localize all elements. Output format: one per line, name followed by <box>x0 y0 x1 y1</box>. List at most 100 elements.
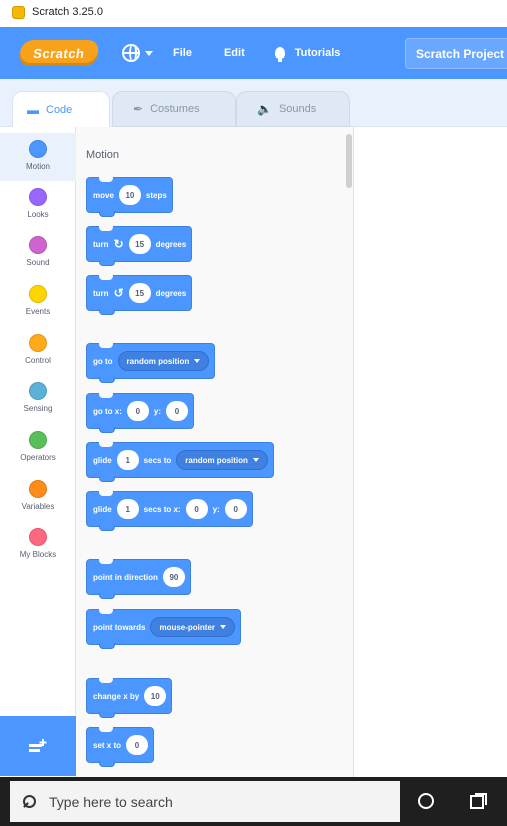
block-input[interactable]: 10 <box>144 686 167 706</box>
scratch-app-icon <box>12 5 25 19</box>
tab-sounds[interactable]: 🔈 Sounds <box>236 91 350 127</box>
category-sensing-dot <box>29 382 47 400</box>
block-text: y: <box>212 504 220 514</box>
block-input[interactable]: 10 <box>118 185 141 205</box>
block-text: go to x: <box>93 406 122 416</box>
block-text: y: <box>153 406 162 416</box>
add-extension-button[interactable] <box>0 716 76 776</box>
category-label: My Blocks <box>19 550 57 559</box>
block-input[interactable]: 0 <box>224 499 247 519</box>
chevron-down-icon <box>194 359 201 363</box>
windows-taskbar: Type here to search <box>0 777 507 826</box>
file-menu[interactable]: File <box>173 47 192 59</box>
block-dropdown[interactable]: random position <box>117 351 210 371</box>
block-text: degrees <box>155 239 187 249</box>
category-looks-dot <box>29 188 47 206</box>
category-motion-dot <box>29 140 47 158</box>
category-label: Motion <box>25 162 50 171</box>
tutorials-menu[interactable]: Tutorials <box>274 47 340 62</box>
category-menu: Motion Looks Sound Events Control Sensin… <box>0 127 76 777</box>
block-point-towards[interactable]: point towards mouse-pointer <box>86 609 242 649</box>
category-label: Variables <box>21 502 55 511</box>
block-text: steps <box>145 190 167 200</box>
block-text: point in direction <box>93 572 158 582</box>
script-area[interactable] <box>354 127 507 777</box>
category-my-blocks-dot <box>29 528 47 546</box>
block-input[interactable]: 1 <box>116 499 139 519</box>
block-input[interactable]: 90 <box>162 567 185 587</box>
task-view-icon[interactable] <box>470 793 487 809</box>
category-operators-dot <box>29 431 47 449</box>
chevron-down-icon <box>220 625 227 629</box>
category-motion[interactable]: Motion <box>0 133 76 181</box>
category-my-blocks[interactable]: My Blocks <box>0 521 76 569</box>
tab-code[interactable]: ▬ Code <box>12 91 110 127</box>
block-go-to-xy[interactable]: go to x: 0 y: 0 <box>86 393 195 433</box>
block-text: glide <box>93 504 112 514</box>
scratch-logo[interactable]: Scratch <box>18 40 100 66</box>
category-variables[interactable]: Variables <box>0 473 76 521</box>
category-control-dot <box>29 334 47 352</box>
category-label: Events <box>25 307 51 316</box>
palette-scrollbar[interactable] <box>346 134 352 188</box>
dropdown-value: random position <box>126 356 190 366</box>
block-input[interactable]: 15 <box>128 234 151 254</box>
lightbulb-icon <box>274 47 285 62</box>
category-operators[interactable]: Operators <box>0 424 76 472</box>
block-input[interactable]: 0 <box>185 499 208 519</box>
brush-icon: ✒ <box>133 102 144 116</box>
block-input[interactable]: 0 <box>126 401 149 421</box>
block-glide-to[interactable]: glide 1 secs to random position <box>86 442 274 482</box>
project-title-input[interactable]: Scratch Project <box>405 38 507 69</box>
tab-sounds-label: Sounds <box>278 103 317 115</box>
block-input[interactable]: 0 <box>166 401 189 421</box>
block-text: secs to x: <box>143 504 181 514</box>
block-point-direction[interactable]: point in direction 90 <box>86 559 191 599</box>
tab-costumes-label: Costumes <box>150 103 200 115</box>
taskbar-search-box[interactable]: Type here to search <box>10 781 400 822</box>
block-glide-xy[interactable]: glide 1 secs to x: 0 y: 0 <box>86 491 253 531</box>
category-label: Control <box>25 356 51 365</box>
block-text: point towards <box>93 622 146 632</box>
block-move-steps[interactable]: move 10 steps <box>86 177 173 217</box>
block-dropdown[interactable]: mouse-pointer <box>150 617 236 637</box>
tab-costumes[interactable]: ✒ Costumes <box>112 91 236 127</box>
category-label: Operators <box>20 453 56 462</box>
editor-tabs: ▬ Code ✒ Costumes 🔈 Sounds <box>0 79 507 127</box>
language-menu[interactable] <box>122 44 153 62</box>
block-text: glide <box>93 455 112 465</box>
category-label: Looks <box>27 210 49 219</box>
scratch-logo-text: Scratch <box>32 45 86 61</box>
category-variables-dot <box>29 480 47 498</box>
block-text: turn <box>93 288 109 298</box>
block-input[interactable]: 15 <box>128 283 151 303</box>
category-events-dot <box>29 285 47 303</box>
block-dropdown[interactable]: random position <box>176 450 268 470</box>
category-events[interactable]: Events <box>0 278 76 326</box>
block-turn-left[interactable]: turn ↺ 15 degrees <box>86 275 193 315</box>
category-sensing[interactable]: Sensing <box>0 375 76 423</box>
chevron-down-icon <box>252 458 259 462</box>
block-change-x[interactable]: change x by 10 <box>86 678 173 718</box>
block-text: change x by <box>93 691 140 701</box>
globe-icon <box>122 44 140 62</box>
block-text: go to <box>93 356 113 366</box>
search-placeholder: Type here to search <box>49 793 173 810</box>
edit-menu[interactable]: Edit <box>224 47 245 59</box>
block-text: turn <box>93 239 109 249</box>
block-text: secs to <box>143 455 172 465</box>
block-turn-right[interactable]: turn ↻ 15 degrees <box>86 226 193 266</box>
block-palette: Motion move 10 steps turn ↻ 15 degrees t… <box>76 127 354 777</box>
tab-code-label: Code <box>46 103 73 116</box>
block-input[interactable]: 0 <box>126 735 149 755</box>
dropdown-value: random position <box>185 455 248 465</box>
block-set-x[interactable]: set x to 0 <box>86 727 155 767</box>
cortana-icon[interactable] <box>418 793 434 809</box>
category-sound[interactable]: Sound <box>0 229 76 277</box>
block-text: move <box>93 190 114 200</box>
block-go-to[interactable]: go to random position <box>86 343 216 383</box>
block-input[interactable]: 1 <box>116 450 139 470</box>
category-looks[interactable]: Looks <box>0 181 76 229</box>
category-control[interactable]: Control <box>0 327 76 375</box>
category-label: Sound <box>26 258 50 267</box>
